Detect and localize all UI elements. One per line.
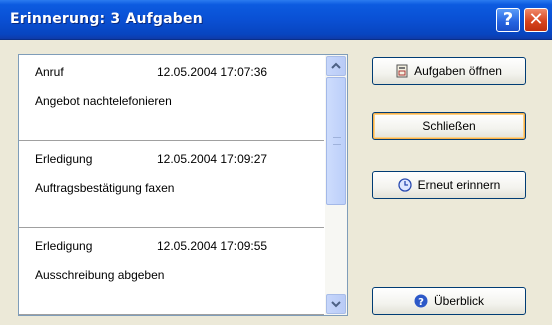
open-tasks-button[interactable]: Aufgaben öffnen bbox=[372, 57, 526, 85]
reminder-description: Auftragsbestätigung faxen bbox=[35, 181, 175, 195]
overview-label: Überblick bbox=[433, 294, 484, 308]
scrollbar-grip bbox=[333, 137, 341, 145]
help-button[interactable]: ? bbox=[496, 8, 520, 32]
list-item[interactable]: Anruf 12.05.2004 17:07:36 Angebot nachte… bbox=[19, 55, 324, 141]
reminder-datetime: 12.05.2004 17:09:55 bbox=[157, 239, 268, 253]
reminder-type: Erledigung bbox=[35, 239, 93, 253]
list-item[interactable]: Erledigung 12.05.2004 17:09:27 Auftragsb… bbox=[19, 142, 324, 228]
overview-button[interactable]: ? Überblick bbox=[372, 287, 526, 315]
reminder-list: Anruf 12.05.2004 17:07:36 Angebot nachte… bbox=[19, 55, 324, 315]
reminder-list-panel: Anruf 12.05.2004 17:07:36 Angebot nachte… bbox=[18, 54, 348, 316]
close-label: Schließen bbox=[422, 119, 476, 133]
reminder-description: Ausschreibung abgeben bbox=[35, 268, 165, 282]
reminder-datetime: 12.05.2004 17:09:27 bbox=[157, 152, 268, 166]
close-icon: ✕ bbox=[528, 9, 544, 30]
chevron-down-icon bbox=[331, 301, 341, 308]
task-document-icon bbox=[396, 64, 408, 78]
close-window-button[interactable]: ✕ bbox=[524, 8, 548, 32]
list-item[interactable]: Erledigung 12.05.2004 17:09:55 Ausschrei… bbox=[19, 229, 324, 315]
close-button[interactable]: Schließen bbox=[372, 112, 526, 140]
window-title: Erinnerung: 3 Aufgaben bbox=[10, 11, 203, 27]
scrollbar-thumb[interactable] bbox=[326, 77, 346, 205]
reminder-dialog: Erinnerung: 3 Aufgaben ? ✕ Anruf 12.05.2… bbox=[0, 0, 552, 325]
vertical-scrollbar[interactable] bbox=[325, 55, 347, 315]
svg-text:?: ? bbox=[418, 297, 424, 308]
scroll-up-button[interactable] bbox=[326, 56, 346, 76]
clock-icon bbox=[397, 178, 412, 192]
scroll-down-button[interactable] bbox=[326, 294, 346, 314]
reminder-type: Anruf bbox=[35, 65, 64, 79]
reminder-description: Angebot nachtelefonieren bbox=[35, 94, 172, 108]
help-circle-icon: ? bbox=[414, 294, 428, 308]
help-icon: ? bbox=[502, 9, 514, 30]
chevron-up-icon bbox=[331, 62, 341, 69]
remind-again-label: Erneut erinnern bbox=[417, 178, 501, 192]
open-tasks-label: Aufgaben öffnen bbox=[414, 64, 502, 78]
reminder-type: Erledigung bbox=[35, 152, 93, 166]
reminder-datetime: 12.05.2004 17:07:36 bbox=[157, 65, 268, 79]
title-bar: Erinnerung: 3 Aufgaben ? ✕ bbox=[0, 0, 552, 40]
remind-again-button[interactable]: Erneut erinnern bbox=[372, 171, 526, 199]
